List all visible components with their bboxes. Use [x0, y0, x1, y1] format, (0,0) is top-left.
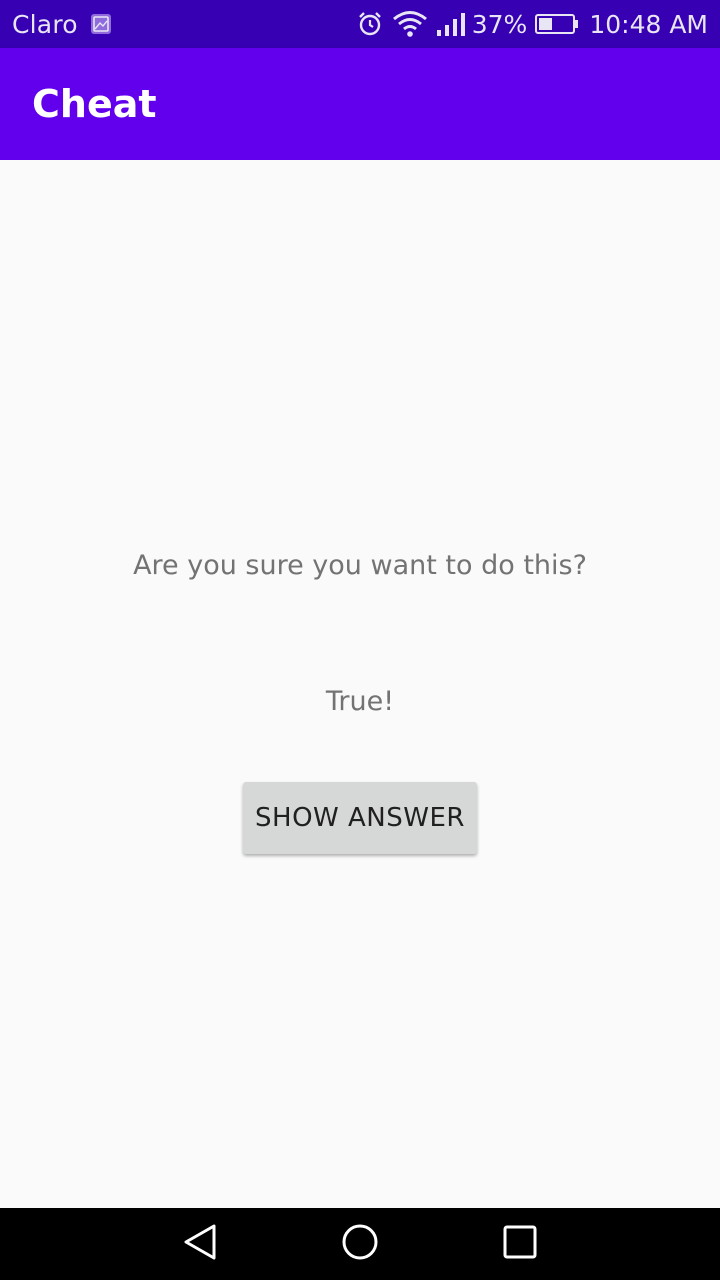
show-answer-button[interactable]: SHOW ANSWER	[243, 782, 477, 854]
status-right: 37% 10:48 AM	[356, 0, 708, 48]
battery-percent: 37%	[471, 9, 528, 39]
battery-icon	[535, 13, 579, 35]
wifi-icon	[392, 10, 428, 38]
recents-button[interactable]	[480, 1208, 560, 1280]
navigation-bar	[0, 1208, 720, 1280]
status-left: Claro	[12, 0, 112, 48]
gallery-icon	[90, 13, 112, 35]
warning-text: Are you sure you want to do this?	[133, 550, 587, 581]
back-icon	[182, 1223, 218, 1265]
page-title: Cheat	[32, 82, 157, 126]
home-icon	[341, 1223, 379, 1265]
app-bar: Cheat	[0, 48, 720, 160]
carrier-label: Claro	[12, 9, 78, 39]
alarm-icon	[356, 10, 384, 38]
signal-icon	[436, 11, 468, 37]
status-bar: Claro 37% 10:48 AM	[0, 0, 720, 48]
clock: 10:48 AM	[589, 9, 708, 39]
home-button[interactable]	[320, 1208, 400, 1280]
cheat-content: Are you sure you want to do this? True! …	[0, 160, 720, 1208]
recents-icon	[503, 1225, 537, 1263]
back-button[interactable]	[160, 1208, 240, 1280]
answer-text: True!	[325, 686, 395, 717]
